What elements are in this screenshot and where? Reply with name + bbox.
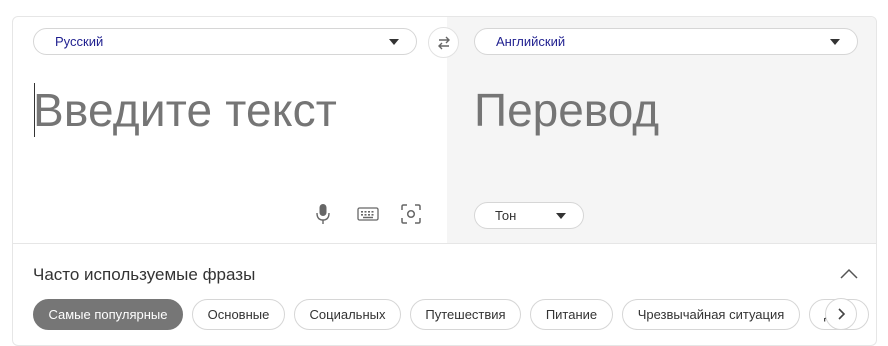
camera-scan-icon	[401, 204, 421, 224]
chevron-up-icon	[840, 268, 858, 279]
chip-travel[interactable]: Путешествия	[410, 299, 521, 330]
chip-social[interactable]: Социальных	[294, 299, 401, 330]
phrases-title: Часто используемые фразы	[33, 265, 256, 284]
microphone-icon	[316, 204, 330, 224]
keyboard-icon	[357, 207, 379, 221]
translation-output: Перевод	[474, 84, 660, 136]
collapse-phrases-button[interactable]	[838, 265, 860, 283]
text-cursor	[34, 83, 35, 137]
chip-most-popular[interactable]: Самые популярные	[33, 299, 183, 330]
chip-basic[interactable]: Основные	[192, 299, 285, 330]
keyboard-button[interactable]	[356, 203, 380, 225]
chevron-down-icon	[556, 213, 566, 219]
source-language-select[interactable]: Русский	[33, 28, 417, 55]
divider	[13, 243, 876, 244]
chevron-down-icon	[389, 39, 399, 45]
chip-emergency[interactable]: Чрезвычайная ситуация	[622, 299, 800, 330]
chip-food[interactable]: Питание	[530, 299, 613, 330]
chevron-down-icon	[830, 39, 840, 45]
voice-input-button[interactable]	[311, 203, 335, 225]
translator-card: Русский Английский Введите текст Перевод	[12, 16, 877, 346]
swap-arrows-icon	[437, 36, 450, 49]
source-language-label: Русский	[55, 34, 104, 49]
target-language-label: Английский	[496, 34, 566, 49]
camera-translate-button[interactable]	[399, 203, 423, 225]
source-text-input[interactable]: Введите текст	[33, 83, 337, 137]
target-language-select[interactable]: Английский	[474, 28, 858, 55]
swap-languages-button[interactable]	[428, 27, 459, 58]
phrase-category-chips: Самые популярные Основные Социальных Пут…	[33, 299, 869, 331]
chevron-right-icon	[838, 308, 846, 320]
tone-label: Тон	[495, 208, 517, 223]
tone-select[interactable]: Тон	[474, 202, 584, 229]
chips-next-button[interactable]	[825, 298, 857, 330]
